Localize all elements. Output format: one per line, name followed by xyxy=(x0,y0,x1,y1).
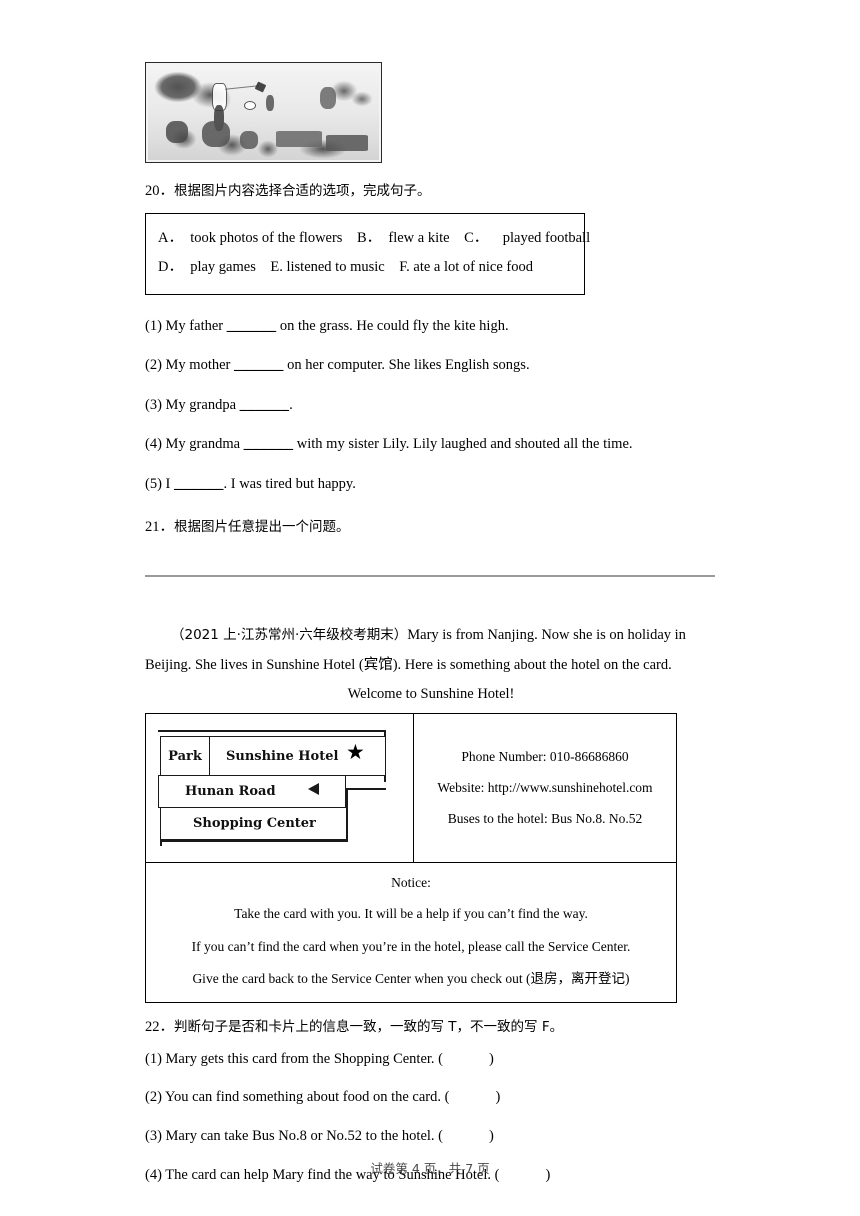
exam-page: 20．根据图片内容选择合适的选项，完成句子。 A． took photos of… xyxy=(0,0,860,1216)
item-4-blank[interactable]: ______ xyxy=(244,436,294,452)
notice-line-3: Give the card back to the Service Center… xyxy=(192,970,630,986)
question-22-item-3: (3) Mary can take Bus No.8 or No.52 to t… xyxy=(145,1126,717,1148)
map-direction-arrow-icon xyxy=(308,783,319,796)
page-footer: 试卷第 4 页，共 7 页 xyxy=(370,1161,490,1176)
question-20-stem: 20．根据图片内容选择合适的选项，完成句子。 xyxy=(145,181,717,203)
notice-line-1: Take the card with you. It will be a hel… xyxy=(234,906,588,922)
notice-line-2: If you can’t find the card when you’re i… xyxy=(191,938,631,954)
item-5-label: (5) I xyxy=(145,475,171,492)
hotel-website[interactable]: Website: http://www.sunshinehotel.com xyxy=(424,780,666,797)
passage-line-2: Beijing. She lives in Sunshine Hotel (宾馆… xyxy=(145,656,672,673)
question-21-stem-text: 根据图片任意提出一个问题。 xyxy=(174,519,350,536)
question-21-number: 21． xyxy=(145,519,174,536)
question-20-item-2: (2) My mother ______ on her computer. Sh… xyxy=(145,354,717,376)
page-content: 20．根据图片内容选择合适的选项，完成句子。 A． took photos of… xyxy=(145,62,717,1204)
hotel-map-cell: Park Sunshine Hotel ★ Hunan Road Shoppin… xyxy=(146,714,414,863)
tf-item-3-close: ) xyxy=(489,1128,494,1145)
illustration-figure-bending xyxy=(320,87,336,109)
hotel-card: Park Sunshine Hotel ★ Hunan Road Shoppin… xyxy=(145,713,677,1003)
tf-item-1-close: ) xyxy=(489,1050,494,1067)
question-22-stem-text: 判断句子是否和卡片上的信息一致，一致的写 T，不一致的写 F。 xyxy=(174,1018,564,1035)
illustration-figure-seated-left xyxy=(166,121,188,143)
item-1-label: (1) My father xyxy=(145,317,224,334)
question-22-stem: 22．判断句子是否和卡片上的信息一致，一致的写 T，不一致的写 F。 xyxy=(145,1017,717,1039)
map-label-park: Park xyxy=(160,736,210,777)
item-3-label: (3) My grandpa xyxy=(145,396,237,413)
tf-item-2-close: ) xyxy=(495,1089,501,1106)
item-4-label: (4) My grandma xyxy=(145,436,241,453)
illustration-football xyxy=(244,101,256,110)
item-4-tail: with my sister Lily. Lily laughed and sh… xyxy=(296,436,633,453)
passage-line-1: Mary is from Nanjing. Now she is on holi… xyxy=(407,626,686,643)
illustration-artwork xyxy=(148,65,379,160)
picnic-illustration xyxy=(145,62,382,163)
question-20-item-3: (3) My grandpa ______. xyxy=(145,394,717,416)
tf-item-1-text: (1) Mary gets this card from the Shoppin… xyxy=(145,1050,443,1067)
passage-title: Welcome to Sunshine Hotel! xyxy=(347,686,515,703)
question-22-item-2: (2) You can find something about food on… xyxy=(145,1087,717,1109)
map-label-shopping-center: Shopping Center xyxy=(160,807,347,841)
illustration-figure-child-seated xyxy=(240,131,258,149)
question-20-item-5: (5) I ______. I was tired but happy. xyxy=(145,473,717,495)
map-star-icon: ★ xyxy=(346,740,365,765)
question-20-item-1: (1) My father ______ on the grass. He co… xyxy=(145,315,717,337)
question-21-stem: 21．根据图片任意提出一个问题。 xyxy=(145,517,717,539)
passage-intro: （2021 上·江苏常州·六年级校考期末）Mary is from Nanjin… xyxy=(145,621,717,680)
question-20-item-4: (4) My grandma ______ with my sister Lil… xyxy=(145,433,717,455)
illustration-kite-string xyxy=(225,85,259,90)
hotel-info-cell: Phone Number: 010-86686860 Website: http… xyxy=(414,714,676,862)
item-3-blank[interactable]: ______ xyxy=(240,397,290,413)
item-1-blank[interactable]: ______ xyxy=(227,318,277,334)
question-22-item-1: (1) Mary gets this card from the Shoppin… xyxy=(145,1049,717,1071)
item-2-label: (2) My mother xyxy=(145,357,231,374)
hotel-location-map: Park Sunshine Hotel ★ Hunan Road Shoppin… xyxy=(156,722,404,854)
hotel-notice-cell: Notice: Take the card with you. It will … xyxy=(146,863,676,1002)
illustration-baskets xyxy=(326,135,368,151)
tf-item-3-text: (3) Mary can take Bus No.8 or No.52 to t… xyxy=(145,1128,443,1145)
item-5-tail: . I was tired but happy. xyxy=(223,475,356,492)
item-2-blank[interactable]: ______ xyxy=(234,357,284,373)
illustration-food-spread xyxy=(276,131,322,147)
tf-item-2-text: (2) You can find something about food on… xyxy=(145,1089,450,1106)
passage-source: （2021 上·江苏常州·六年级校考期末） xyxy=(171,626,408,643)
hotel-card-top-row: Park Sunshine Hotel ★ Hunan Road Shoppin… xyxy=(146,714,676,864)
map-bottom-road-segment xyxy=(160,840,348,843)
item-5-blank[interactable]: ______ xyxy=(174,476,224,492)
item-1-tail: on the grass. He could fly the kite high… xyxy=(279,317,509,334)
item-2-tail: on her computer. She likes English songs… xyxy=(287,357,530,374)
illustration-figure-child-running xyxy=(266,95,274,111)
hotel-buses: Buses to the hotel: Bus No.8. No.52 xyxy=(447,810,643,826)
hotel-phone-number: Phone Number: 010-86686860 xyxy=(461,748,629,764)
question-21-answer-rule[interactable] xyxy=(145,574,715,577)
illustration-figure-seated-center xyxy=(202,121,230,147)
item-3-tail: . xyxy=(289,396,293,413)
notice-title: Notice: xyxy=(391,875,431,891)
question-20-number: 20． xyxy=(145,183,174,199)
options-line-2: D． play games E. listened to music F. at… xyxy=(158,258,533,275)
question-20-stem-text: 根据图片内容选择合适的选项，完成句子。 xyxy=(174,183,431,199)
map-top-road-segment xyxy=(158,730,386,733)
options-line-1: A． took photos of the flowers B． flew a … xyxy=(158,229,591,246)
question-22-number: 22． xyxy=(145,1018,174,1035)
question-20-options-box: A． took photos of the flowers B． flew a … xyxy=(145,212,591,295)
illustration-kite xyxy=(254,81,267,93)
